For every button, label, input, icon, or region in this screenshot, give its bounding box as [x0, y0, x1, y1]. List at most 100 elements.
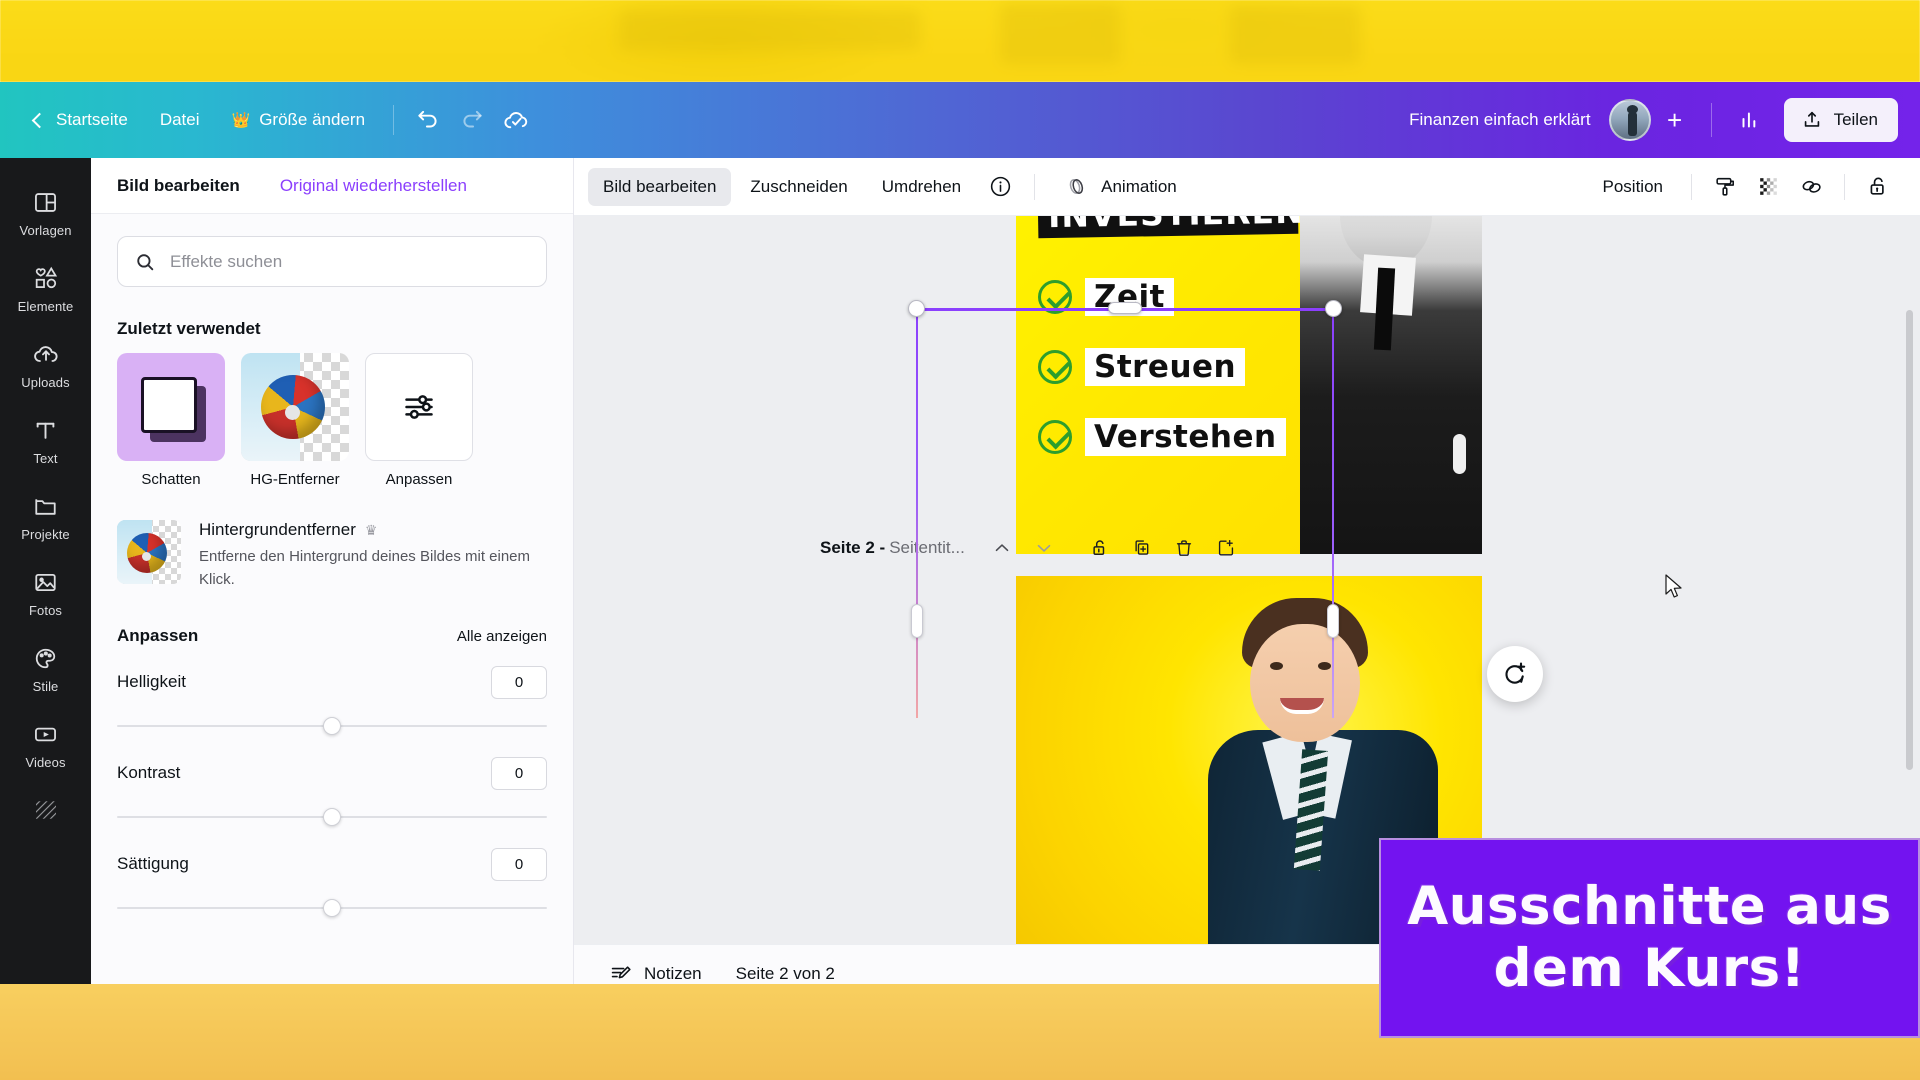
slider-value-input[interactable]: 0 [491, 847, 547, 881]
toolbar-animation-label: Animation [1101, 176, 1177, 196]
saved-status-button[interactable] [494, 98, 538, 142]
sidebar-item-text[interactable]: Text [4, 402, 88, 478]
sidebar-item-uploads[interactable]: Uploads [4, 326, 88, 402]
toolbar-info-button[interactable] [980, 167, 1020, 207]
tab-bild-bearbeiten[interactable]: Bild bearbeiten [117, 176, 240, 196]
design-canvas[interactable]: INVESTIEREN Zeit Streuen Verstehen Seite… [574, 216, 1920, 944]
toolbar-position[interactable]: Position [1588, 168, 1678, 206]
file-menu-button[interactable]: Datei [144, 101, 216, 139]
editor-toolbar: Bild bearbeiten Zuschneiden Umdrehen Ani… [574, 158, 1920, 216]
toolbar-bild-bearbeiten[interactable]: Bild bearbeiten [588, 167, 732, 206]
canvas-scrollbar[interactable] [1906, 310, 1913, 770]
undo-icon [418, 110, 437, 128]
upload-icon [1804, 111, 1819, 127]
slider-knob[interactable] [323, 898, 341, 917]
sidebar-item-label: Stile [32, 679, 59, 694]
add-collaborator-button[interactable]: + [1655, 100, 1695, 140]
document-title: Finanzen einfach erklärt [1409, 110, 1591, 129]
effect-schatten[interactable]: Schatten [117, 353, 225, 488]
slider-track-saettigung[interactable] [117, 897, 547, 919]
effect-anpassen[interactable]: Anpassen [365, 353, 473, 488]
pattern-glyph [35, 801, 56, 819]
toolbar-animation[interactable]: Animation [1049, 165, 1192, 208]
share-button[interactable]: Teilen [1783, 98, 1898, 142]
sidebar-item-stile[interactable]: Stile [4, 630, 88, 706]
sidebar-item-label: Videos [25, 755, 66, 770]
show-all-link[interactable]: Alle anzeigen [457, 628, 547, 645]
move-page-down-button[interactable] [1025, 529, 1063, 567]
search-input[interactable] [170, 251, 530, 272]
canvas-page-1[interactable]: INVESTIEREN Zeit Streuen Verstehen [1016, 216, 1482, 554]
link-icon [1802, 180, 1821, 193]
avatar[interactable] [1608, 99, 1651, 141]
resize-button[interactable]: 👑 Größe ändern [216, 101, 382, 139]
chevron-down-icon [1037, 544, 1051, 552]
sidebar-item-elemente[interactable]: Elemente [4, 250, 88, 326]
slider-track-helligkeit[interactable] [117, 715, 547, 737]
slider-knob[interactable] [323, 807, 341, 826]
adjust-section-header: Anpassen Alle anzeigen [117, 626, 547, 646]
lock-page-button[interactable] [1081, 529, 1119, 567]
tab-original-wiederherstellen[interactable]: Original wiederherstellen [280, 176, 467, 196]
undo-button[interactable] [406, 98, 450, 142]
checklist-label: Streuen [1085, 348, 1246, 386]
sidebar-item-fotos[interactable]: Fotos [4, 554, 88, 630]
panel-body: Zuletzt verwendet Schatten HG-Entferner [91, 214, 573, 984]
selection-handle-left-center[interactable] [911, 604, 923, 638]
toolbar-divider-2 [1691, 173, 1692, 200]
effects-panel: Bild bearbeiten Original wiederherstelle… [91, 158, 574, 984]
cloud-upload-icon [31, 339, 61, 369]
move-page-up-button[interactable] [983, 529, 1021, 567]
toolbar-paint-roller-button[interactable] [1705, 167, 1745, 207]
slider-helligkeit: Helligkeit 0 [117, 665, 547, 737]
trash-icon [1176, 540, 1191, 556]
redo-button[interactable] [450, 98, 494, 142]
add-comment-icon [1505, 662, 1526, 684]
toolbar-umdrehen[interactable]: Umdrehen [867, 168, 976, 206]
slider-track-kontrast[interactable] [117, 806, 547, 828]
page-title-label[interactable]: Seitentit... [889, 538, 965, 558]
slider-value-input[interactable]: 0 [491, 756, 547, 790]
background-remover-promo[interactable]: Hintergrundentferner ♛ Entferne den Hint… [117, 520, 547, 592]
effect-hg-entferner[interactable]: HG-Entferner [241, 353, 349, 488]
search-effects-box[interactable] [117, 236, 547, 287]
slider-knob[interactable] [323, 716, 341, 735]
toolbar-lock-button[interactable] [1858, 167, 1898, 207]
promo-line-1: Ausschnitte aus [1407, 876, 1892, 938]
duplicate-page-icon [1135, 540, 1149, 555]
lock-icon [1870, 177, 1884, 195]
slider-value-input[interactable]: 0 [491, 665, 547, 699]
sidebar-item-background[interactable] [4, 782, 88, 837]
shadow-thumbnail [117, 353, 225, 461]
add-comment-button[interactable] [1487, 646, 1543, 702]
resize-label: Größe ändern [259, 110, 366, 129]
home-button[interactable]: Startseite [18, 101, 144, 139]
file-label: Datei [159, 110, 200, 129]
notes-icon [611, 965, 631, 978]
sidebar-item-vorlagen[interactable]: Vorlagen [4, 174, 88, 250]
transparency-icon [1759, 178, 1777, 195]
photo-icon [31, 567, 61, 597]
checklist-label: Verstehen [1085, 418, 1286, 456]
share-label: Teilen [1833, 110, 1878, 129]
background-remover-thumbnail [241, 353, 349, 461]
unlock-icon [1093, 540, 1105, 555]
animation-icon [1069, 179, 1084, 194]
selection-handle-top-left[interactable] [908, 300, 925, 317]
delete-page-button[interactable] [1165, 529, 1203, 567]
left-nav-sidebar: Vorlagen Elemente Uploads Text Projekte … [0, 158, 91, 984]
chevron-left-icon [31, 112, 48, 128]
sidebar-item-label: Uploads [21, 375, 70, 390]
toolbar-zuschneiden[interactable]: Zuschneiden [735, 168, 862, 206]
effect-label: Schatten [141, 471, 201, 488]
crown-icon: 👑 [231, 112, 251, 129]
sidebar-item-projekte[interactable]: Projekte [4, 478, 88, 554]
toolbar-transparency-button[interactable] [1748, 167, 1788, 207]
duplicate-page-button[interactable] [1123, 529, 1161, 567]
redo-icon [463, 110, 482, 128]
add-page-button[interactable] [1207, 529, 1245, 567]
sidebar-item-videos[interactable]: Videos [4, 706, 88, 782]
sidebar-item-label: Elemente [17, 299, 74, 314]
insights-button[interactable] [1728, 98, 1772, 142]
toolbar-link-button[interactable] [1791, 167, 1831, 207]
